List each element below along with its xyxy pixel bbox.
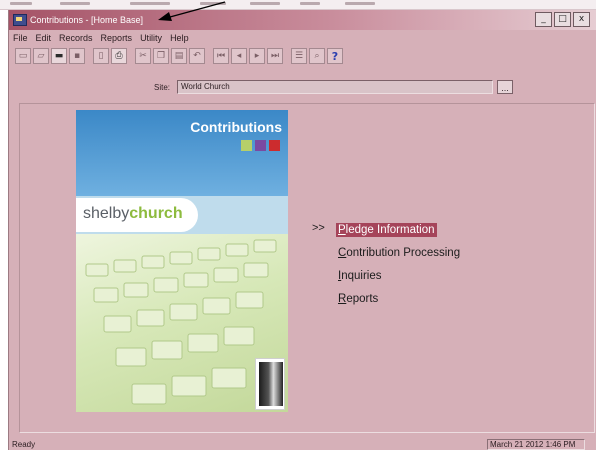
color-square — [269, 140, 280, 151]
first-record-icon[interactable]: ⏮ — [213, 48, 229, 64]
print-icon[interactable]: ⎙ — [111, 48, 127, 64]
previous-record-icon[interactable]: ◂ — [231, 48, 247, 64]
menu-reports[interactable]: Reports — [101, 33, 133, 43]
desktop-strip — [0, 0, 596, 10]
contribution-processing-option[interactable]: Contribution Processing — [336, 246, 462, 260]
clipped-text — [10, 2, 32, 5]
copy-icon[interactable]: ❐ — [153, 48, 169, 64]
clipped-text — [250, 2, 280, 5]
shelby-logo: shelbychurch — [83, 205, 183, 222]
color-square — [255, 140, 266, 151]
title-bar[interactable]: Contributions - [Home Base] _ □ x — [9, 10, 596, 30]
list-icon[interactable]: ☰ — [291, 48, 307, 64]
clipped-text — [200, 2, 226, 5]
inquiries-option[interactable]: Inquiries — [336, 269, 383, 283]
help-icon[interactable]: ? — [327, 48, 343, 64]
folder-icon[interactable]: ▬ — [51, 48, 67, 64]
next-record-icon[interactable]: ▸ — [249, 48, 265, 64]
menu-row: Inquiries — [312, 264, 462, 287]
clipped-text — [60, 2, 90, 5]
new-icon[interactable]: ▭ — [15, 48, 31, 64]
paste-icon[interactable]: ▤ — [171, 48, 187, 64]
menu-help[interactable]: Help — [170, 33, 189, 43]
site-browse-button[interactable]: ... — [497, 80, 513, 94]
clipped-text — [345, 2, 375, 5]
menu-row: Contribution Processing — [312, 241, 462, 264]
minimize-button[interactable]: _ — [535, 12, 552, 27]
save-icon[interactable]: ▪ — [69, 48, 85, 64]
open-icon[interactable]: ▱ — [33, 48, 49, 64]
clipped-text — [300, 2, 320, 5]
color-square — [241, 140, 252, 151]
toolbar: ▭ ▱ ▬ ▪ ▯ ⎙ ✂ ❐ ▤ ↶ ⏮ ◂ ▸ ⏭ ☰ ⌕ ? — [9, 45, 596, 67]
menu-bar: File Edit Records Reports Utility Help — [9, 30, 596, 45]
menu-file[interactable]: File — [13, 33, 28, 43]
clipped-text — [130, 2, 170, 5]
site-label: Site: — [154, 83, 171, 92]
status-bar: Ready March 21 2012 1:46 PM — [9, 438, 596, 450]
maximize-button[interactable]: □ — [554, 12, 571, 27]
cut-icon[interactable]: ✂ — [135, 48, 151, 64]
find-icon[interactable]: ⌕ — [309, 48, 325, 64]
home-menu: >> Pledge Information Contribution Proce… — [312, 218, 462, 310]
menu-row: >> Pledge Information — [312, 218, 462, 241]
menu-records[interactable]: Records — [59, 33, 93, 43]
reports-option[interactable]: Reports — [336, 292, 380, 306]
site-field[interactable]: World Church — [177, 80, 493, 94]
selection-marker: >> — [312, 222, 325, 234]
close-button[interactable]: x — [573, 12, 590, 27]
menu-utility[interactable]: Utility — [140, 33, 162, 43]
splash-image: Contributions shelbychurch — [76, 110, 288, 412]
pledge-information-option[interactable]: Pledge Information — [336, 222, 437, 237]
splash-heading: Contributions — [190, 119, 282, 135]
app-window: Contributions - [Home Base] _ □ x File E… — [8, 10, 596, 450]
page-icon[interactable]: ▯ — [93, 48, 109, 64]
app-icon — [13, 14, 27, 26]
menu-row: Reports — [312, 287, 462, 310]
window-title: Contributions - [Home Base] — [30, 15, 144, 25]
thumbnail-photo — [255, 358, 285, 410]
window-controls: _ □ x — [535, 12, 590, 27]
color-squares — [241, 140, 280, 151]
status-text: Ready — [12, 440, 36, 449]
menu-edit[interactable]: Edit — [36, 33, 52, 43]
last-record-icon[interactable]: ⏭ — [267, 48, 283, 64]
status-datetime: March 21 2012 1:46 PM — [487, 439, 585, 450]
undo-icon[interactable]: ↶ — [189, 48, 205, 64]
